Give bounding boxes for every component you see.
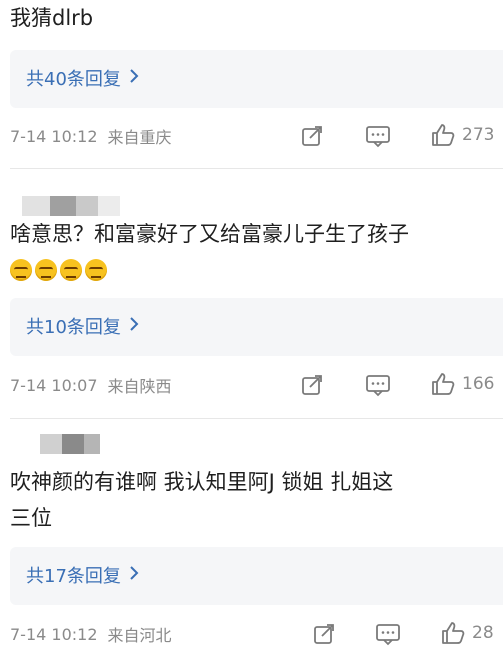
replies-count: 共40条回复 — [26, 69, 121, 90]
blurred-username — [40, 434, 100, 454]
comment-icon[interactable] — [365, 373, 391, 397]
comment-location: 来自河北 — [107, 626, 172, 645]
like-count: 28 — [472, 623, 494, 643]
blurred-username — [22, 196, 120, 216]
persevere-face-icon — [85, 259, 107, 281]
share-icon[interactable] — [300, 373, 324, 397]
emoji-row — [10, 259, 110, 281]
like-button[interactable]: 273 — [430, 122, 494, 148]
comment-time: 7-14 10:12 — [10, 624, 98, 644]
persevere-face-icon — [60, 259, 82, 281]
chevron-right-icon — [129, 316, 139, 337]
chevron-right-icon — [129, 68, 139, 89]
comment-time: 7-14 10:07 — [10, 375, 98, 395]
comment-text-continued: 三位 — [10, 506, 52, 530]
comment-location: 来自陕西 — [107, 377, 172, 396]
view-replies-link[interactable]: 共40条回复 — [26, 65, 139, 91]
replies-count: 共17条回复 — [26, 566, 121, 587]
comment-icon[interactable] — [365, 124, 391, 148]
chevron-right-icon — [129, 565, 139, 586]
share-icon[interactable] — [300, 124, 324, 148]
comment-location: 来自重庆 — [107, 128, 172, 147]
comment-text: 吹神颜的有谁啊 我认知里阿J 锁姐 扎姐这 — [10, 470, 394, 494]
like-button[interactable]: 28 — [440, 620, 494, 646]
thumbs-up-icon — [430, 122, 456, 148]
view-replies-link[interactable]: 共10条回复 — [26, 313, 139, 339]
comment-icon[interactable] — [375, 622, 401, 646]
comment-time: 7-14 10:12 — [10, 126, 98, 146]
thumbs-up-icon — [430, 371, 456, 397]
thumbs-up-icon — [440, 620, 466, 646]
replies-panel[interactable]: 共17条回复 — [10, 547, 503, 605]
comment-meta: 7-14 10:12 来自河北 — [10, 614, 503, 654]
view-replies-link[interactable]: 共17条回复 — [26, 562, 139, 588]
replies-panel[interactable]: 共40条回复 — [10, 50, 503, 108]
persevere-face-icon — [10, 259, 32, 281]
like-count: 166 — [462, 374, 495, 394]
share-icon[interactable] — [312, 622, 336, 646]
like-count: 273 — [462, 125, 495, 145]
like-button[interactable]: 166 — [430, 371, 494, 397]
comment-text: 我猜dlrb — [10, 6, 94, 30]
replies-panel[interactable]: 共10条回复 — [10, 298, 503, 356]
divider — [10, 418, 503, 419]
replies-count: 共10条回复 — [26, 317, 121, 338]
divider — [10, 168, 503, 169]
comment-text: 啥意思？和富豪好了又给富豪儿子生了孩子 — [10, 222, 409, 246]
persevere-face-icon — [35, 259, 57, 281]
